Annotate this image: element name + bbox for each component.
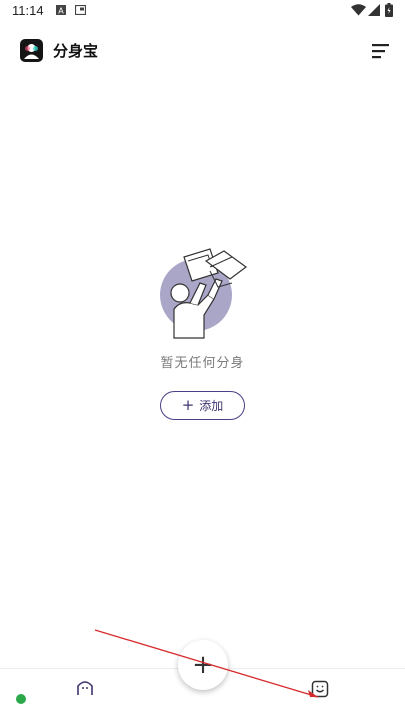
add-button-label: 添加 <box>199 399 224 413</box>
fab-plus-icon: + <box>192 650 214 680</box>
center-add-button[interactable]: + <box>178 640 228 690</box>
status-time: 11:14 <box>12 3 44 18</box>
plus-icon: + <box>181 396 195 414</box>
app-title: 分身宝 <box>53 42 99 60</box>
smile-face-icon[interactable] <box>311 680 329 698</box>
screen-notification-icon <box>75 5 86 15</box>
battery-icon <box>385 3 393 17</box>
status-bar: 11:14 A <box>0 0 405 24</box>
a-notification-icon: A <box>56 5 66 15</box>
annotation-arrow <box>94 629 319 698</box>
home-face-icon[interactable] <box>76 678 94 696</box>
wifi-icon <box>351 4 366 16</box>
empty-state-message: 暂无任何分身 <box>160 356 245 371</box>
partial-green-badge <box>16 694 26 704</box>
empty-state-illustration <box>152 243 252 343</box>
signal-icon <box>368 4 380 16</box>
app-bar: 分身宝 <box>0 24 405 78</box>
app-logo-icon <box>20 39 43 62</box>
sort-menu-button[interactable] <box>370 42 392 60</box>
sort-menu-icon <box>372 44 389 59</box>
add-clone-button[interactable]: + 添加 <box>160 391 245 420</box>
svg-text:A: A <box>58 7 64 16</box>
